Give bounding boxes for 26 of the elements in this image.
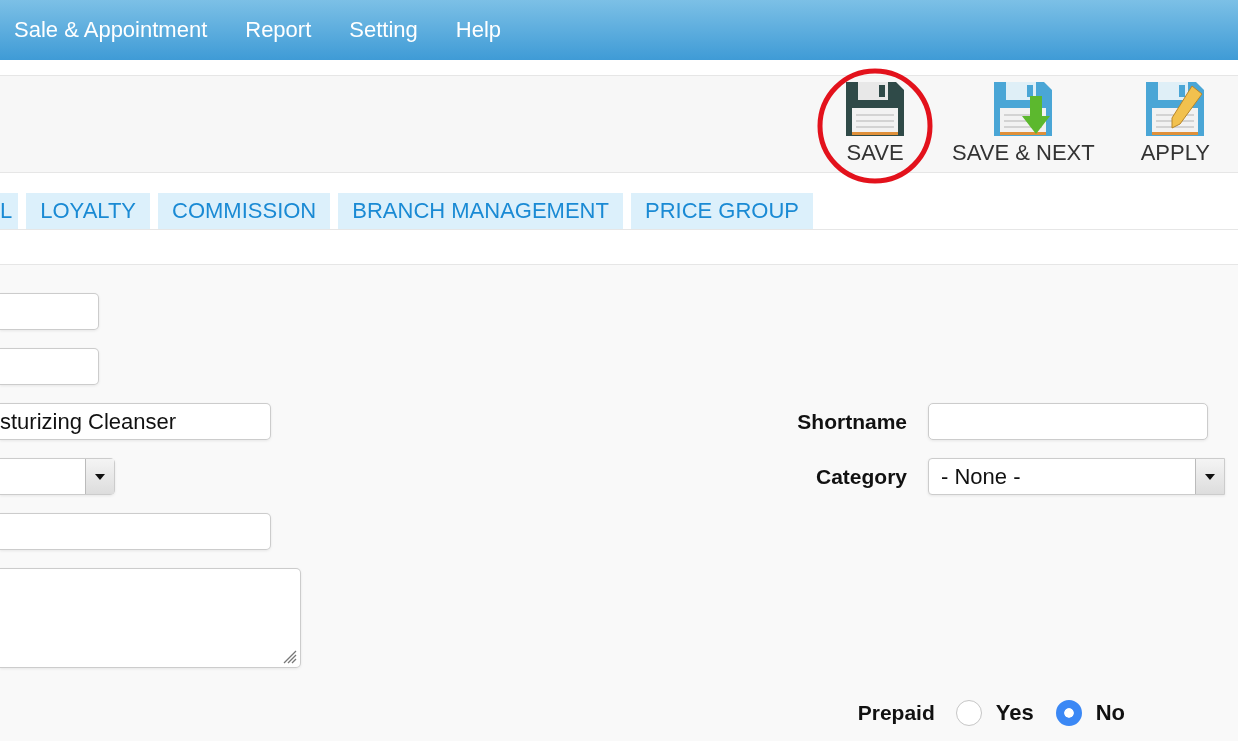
field-label: Category [815,464,907,489]
tab[interactable]: L [0,193,19,229]
radio-option[interactable]: No [1055,699,1125,726]
nav-menu-item[interactable]: Report [245,17,312,43]
tab[interactable]: PRICE GROUP [630,193,813,229]
floppy-disk-pencil-icon [1144,80,1207,138]
dropdown[interactable] [0,458,115,495]
tab[interactable]: COMMISSION [158,193,331,229]
apply-button[interactable]: APPLY [1140,80,1210,172]
radio-option[interactable]: Yes [955,699,1034,726]
text-field[interactable] [0,348,99,385]
resize-grip-icon [283,650,297,664]
text-field[interactable] [0,293,99,330]
text-field[interactable]: sturizing Cleanser [0,403,271,440]
text-area[interactable] [0,568,301,668]
field-label: Shortname [797,409,907,434]
shortname-field[interactable] [928,403,1208,440]
field-label: Prepaid [857,700,935,725]
tab[interactable]: BRANCH MANAGEMENT [338,193,623,229]
save-next-button[interactable]: SAVE & NEXT [952,80,1095,172]
tab[interactable]: LOYALTY [26,193,151,229]
nav-menu-item[interactable]: Help [455,17,502,43]
category-dropdown[interactable]: - None - [928,458,1225,495]
nav-menu-item[interactable]: Sale & Appointment [14,17,208,43]
nav-menu-item[interactable]: Setting [349,17,418,43]
text-field[interactable] [0,513,271,550]
